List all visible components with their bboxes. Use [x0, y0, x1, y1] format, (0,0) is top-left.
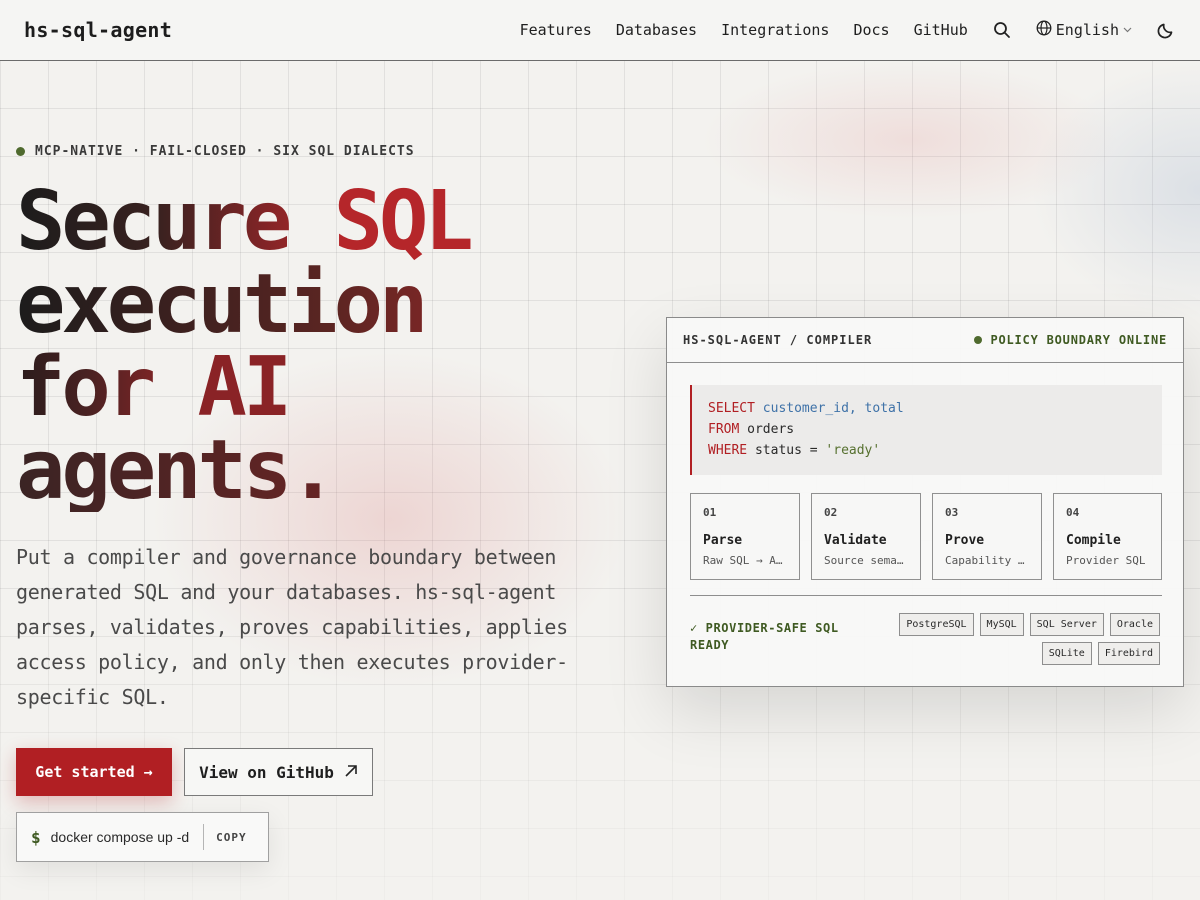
- step-name: Validate: [824, 533, 887, 548]
- panel-title: HS-SQL-AGENT / COMPILER: [683, 333, 873, 347]
- headline-line-1: Secure SQL: [16, 180, 636, 263]
- status-text: POLICY BOUNDARY ONLINE: [990, 333, 1167, 347]
- nav-link-docs[interactable]: Docs: [853, 21, 889, 39]
- nav-link-databases[interactable]: Databases: [616, 21, 697, 39]
- hero-tagline: MCP-NATIVE · FAIL-CLOSED · SIX SQL DIALE…: [16, 144, 415, 159]
- terminal-prompt: $: [31, 827, 41, 847]
- step-description: Raw SQL → AST: [703, 554, 787, 567]
- brand-logo[interactable]: hs-sql-agent: [24, 18, 172, 42]
- sql-keyword: SELECT: [708, 401, 755, 416]
- step-name: Compile: [1066, 533, 1121, 548]
- ready-status: ✓ PROVIDER-SAFE SQL READY: [690, 621, 839, 652]
- step-name: Parse: [703, 533, 743, 548]
- dialect-chip-mysql: MySQL: [979, 613, 1024, 636]
- main-nav: Features Databases Integrations Docs Git…: [520, 20, 1176, 40]
- divider: [203, 824, 205, 850]
- headline-accent: AI: [197, 340, 292, 435]
- dialect-chip-firebird: Firebird: [1097, 642, 1160, 665]
- dialect-chip-sql-server: SQL Server: [1029, 613, 1104, 636]
- nav-link-github[interactable]: GitHub: [914, 21, 968, 39]
- chevron-down-icon: [1123, 25, 1132, 36]
- code-line: SELECT customer_id, total: [708, 398, 1146, 419]
- compiler-panel: HS-SQL-AGENT / COMPILER POLICY BOUNDARY …: [666, 317, 1184, 687]
- step-number: 03: [945, 506, 959, 519]
- headline-line-4: agents.: [16, 429, 636, 512]
- background-glow: [1030, 60, 1200, 320]
- view-on-github-button[interactable]: View on GitHub: [184, 748, 373, 796]
- dialect-chip-postgresql: PostgreSQL: [899, 613, 974, 636]
- headline-accent: SQL: [333, 174, 474, 269]
- divider: [690, 595, 1162, 596]
- install-command-box: $ docker compose up -d COPY: [16, 812, 269, 862]
- search-icon[interactable]: [992, 20, 1012, 40]
- sql-keyword: FROM: [708, 422, 740, 437]
- dialect-chips: PostgreSQL MySQL SQL Server Oracle SQLit…: [890, 613, 1160, 665]
- step-name: Prove: [945, 533, 985, 548]
- pipeline-step-parse: 01 Parse Raw SQL → AST: [690, 493, 800, 580]
- top-navigation-bar: hs-sql-agent Features Databases Integrat…: [0, 0, 1200, 61]
- hero-headline: Secure SQL execution for AI agents.: [16, 180, 636, 512]
- code-line: WHERE status = 'ready': [708, 440, 1146, 461]
- sql-code-block: SELECT customer_id, total FROM orders WH…: [690, 385, 1162, 475]
- pipeline-step-prove: 03 Prove Capability boundary: [932, 493, 1042, 580]
- moon-icon[interactable]: [1156, 20, 1176, 40]
- sql-identifier: orders: [747, 422, 795, 437]
- status-dot: [974, 336, 983, 344]
- status-badge: POLICY BOUNDARY ONLINE: [974, 333, 1167, 347]
- sql-expression: status =: [754, 443, 826, 458]
- headline-text: Secure: [16, 174, 334, 269]
- pipeline-step-validate: 02 Validate Source semantics: [811, 493, 921, 580]
- pipeline-step-compile: 04 Compile Provider SQL: [1053, 493, 1162, 580]
- sql-string: 'ready': [825, 443, 881, 458]
- arrow-up-right-icon: [344, 763, 358, 782]
- language-selector[interactable]: English: [1036, 20, 1132, 40]
- step-number: 01: [703, 506, 717, 519]
- globe-icon: [1036, 20, 1052, 40]
- hero-description: Put a compiler and governance boundary b…: [16, 545, 568, 709]
- step-number: 04: [1066, 506, 1080, 519]
- language-label: English: [1055, 21, 1119, 39]
- headline-text: for: [16, 340, 198, 435]
- step-description: Provider SQL: [1066, 554, 1146, 567]
- copy-button[interactable]: COPY: [216, 831, 247, 844]
- status-dot: [16, 147, 25, 156]
- get-started-button[interactable]: Get started →: [16, 748, 172, 796]
- pipeline-steps: 01 Parse Raw SQL → AST 02 Validate Sourc…: [690, 493, 1162, 580]
- sql-identifier: customer_id, total: [762, 401, 904, 416]
- sql-keyword: WHERE: [708, 443, 748, 458]
- headline-line-3: for AI: [16, 346, 636, 429]
- dialect-chip-sqlite: SQLite: [1041, 642, 1092, 665]
- github-button-label: View on GitHub: [199, 762, 334, 782]
- headline-line-2: execution: [16, 263, 636, 346]
- step-description: Source semantics: [824, 554, 908, 567]
- panel-header: HS-SQL-AGENT / COMPILER POLICY BOUNDARY …: [667, 318, 1183, 363]
- code-line: FROM orders: [708, 419, 1146, 440]
- step-description: Capability boundary: [945, 554, 1029, 567]
- nav-link-integrations[interactable]: Integrations: [721, 21, 829, 39]
- install-command[interactable]: docker compose up -d: [51, 829, 190, 845]
- get-started-label: Get started →: [35, 763, 153, 781]
- tagline-text: MCP-NATIVE · FAIL-CLOSED · SIX SQL DIALE…: [35, 144, 415, 159]
- step-number: 02: [824, 506, 838, 519]
- dialect-chip-oracle: Oracle: [1109, 613, 1160, 636]
- nav-link-features[interactable]: Features: [520, 21, 592, 39]
